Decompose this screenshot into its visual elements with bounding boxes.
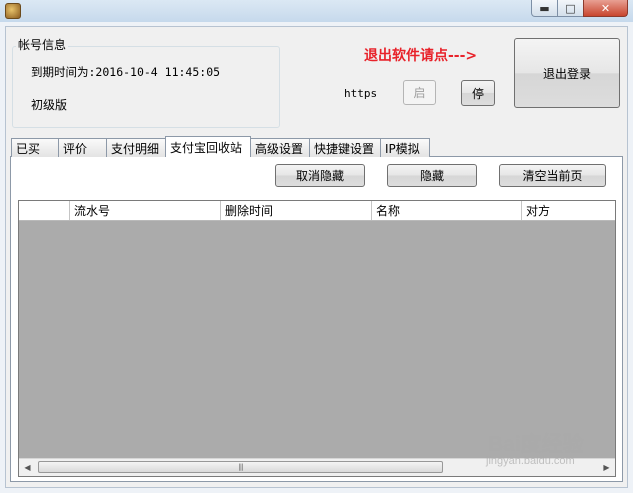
scroll-right-arrow-icon[interactable]: ▶ [598,459,615,476]
column-serial-number[interactable]: 流水号 [69,201,220,220]
expire-time-text: 到期时间为:2016-10-4 11:45:05 [31,65,221,79]
scroll-left-arrow-icon[interactable]: ◀ [19,459,36,476]
exit-hint-text: 退出软件请点---> [364,48,478,64]
tab-alipay-recycle-bin[interactable]: 支付宝回收站 [165,136,251,157]
scroll-thumb[interactable]: ||| [38,461,443,473]
table-header: 流水号 删除时间 名称 对方 [19,201,615,221]
close-button[interactable]: ✕ [583,0,628,17]
title-bar: ▬ □ ✕ [0,0,633,23]
tab-hotkey-settings[interactable]: 快捷键设置 [309,138,381,157]
minimize-button[interactable]: ▬ [531,0,558,17]
maximize-button[interactable]: □ [557,0,584,17]
app-logo-icon [5,3,21,19]
logout-button[interactable]: 退出登录 [514,38,620,108]
column-name[interactable]: 名称 [371,201,521,220]
unhide-button[interactable]: 取消隐藏 [275,164,365,187]
tab-bought[interactable]: 已买 [11,138,59,157]
protocol-label: https [344,87,378,100]
clear-page-button[interactable]: 清空当前页 [499,164,606,187]
row-header-column [19,201,69,220]
tab-payment-details[interactable]: 支付明细 [106,138,166,157]
tab-advanced-settings[interactable]: 高级设置 [250,138,310,157]
watermark-url: jingyan.baidu.com [486,455,575,467]
tab-ip-simulation[interactable]: IP模拟 [380,138,430,157]
stop-button[interactable]: 停 [461,80,495,106]
start-button[interactable]: 启 [403,80,436,105]
hide-button[interactable]: 隐藏 [387,164,477,187]
account-info-group [12,46,280,128]
column-counterparty[interactable]: 对方 [521,201,615,220]
account-info-title: 帐号信息 [16,36,69,53]
baidu-watermark: Bai度经验 [488,433,584,456]
edition-text: 初级版 [31,98,68,112]
column-delete-time[interactable]: 删除时间 [220,201,371,220]
tab-reviews[interactable]: 评价 [58,138,107,157]
